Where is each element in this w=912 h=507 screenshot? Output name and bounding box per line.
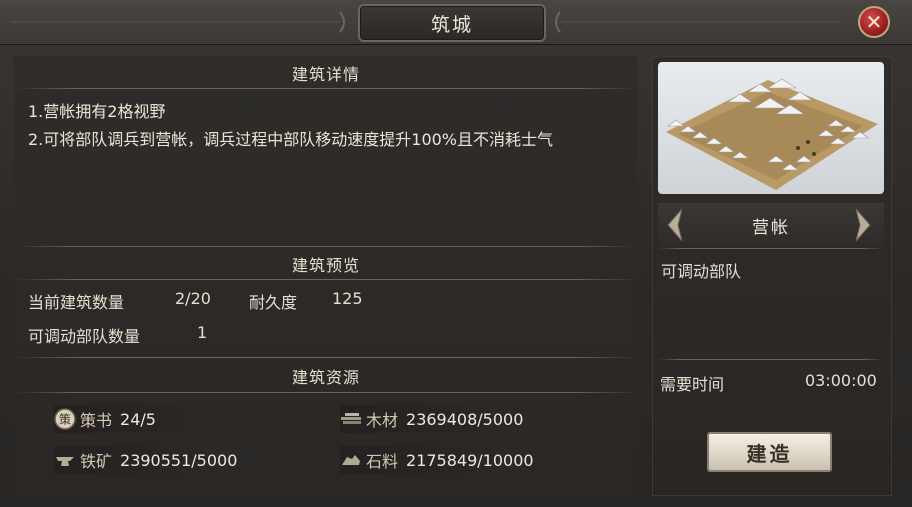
chevron-right-icon [855,208,871,242]
close-button[interactable]: ✕ [858,6,890,38]
resources-heading: 建筑资源 [291,368,360,387]
dialog-title: 筑城 [358,4,546,42]
resource-label: 策书 [80,411,113,430]
details-heading: 建筑详情 [291,65,360,84]
chevron-left-icon [667,208,683,242]
build-time-value: 03:00:00 [805,371,877,390]
building-count-label: 当前建筑数量 [28,293,125,312]
book-seal-glyph: 策 [59,413,71,427]
resource-label: 石料 [366,452,399,471]
time-divider [658,359,884,360]
close-icon: ✕ [865,10,883,34]
resource-value: 2390551/5000 [120,450,238,470]
resource-label: 铁矿 [80,452,113,471]
resource-row-iron: 铁矿 2390551/5000 [54,446,282,474]
build-time-label: 需要时间 [660,375,725,394]
building-name: 营帐 [658,203,884,247]
troops-count-value: 1 [197,323,208,342]
book-seal-icon: 策 [54,408,76,430]
build-button[interactable]: 建造 [707,432,832,472]
next-building-button[interactable] [852,206,874,244]
wood-icon [340,408,362,430]
troops-count-label: 可调动部队数量 [28,327,141,346]
detail-line-1: 1.营帐拥有2格视野 [28,102,166,121]
building-count-value: 2/20 [175,289,211,308]
stone-icon [340,449,362,471]
resource-value: 2175849/10000 [406,450,534,470]
preview-divider [14,279,638,280]
camp-image [658,62,884,194]
building-description: 可调动部队 [661,262,742,281]
resources-divider-top [14,357,638,358]
resources-divider [14,392,638,393]
durability-value: 125 [332,289,363,308]
name-divider [658,248,884,249]
details-divider [14,88,638,89]
resource-row-book: 策 策书 24/5 [54,405,282,433]
resource-value: 2369408/5000 [406,409,524,429]
details-text: 1.营帐拥有2格视野 2.可将部队调兵到营帐，调兵过程中部队移动速度提升100%… [28,98,632,154]
iron-anvil-icon [54,449,76,471]
resource-label: 木材 [366,411,399,430]
durability-label: 耐久度 [249,293,298,312]
detail-line-2: 2.可将部队调兵到营帐，调兵过程中部队移动速度提升100%且不消耗士气 [28,130,554,149]
preview-divider-top [14,246,638,247]
resource-row-stone: 石料 2175849/10000 [340,446,568,474]
resource-row-wood: 木材 2369408/5000 [340,405,568,433]
prev-building-button[interactable] [664,206,686,244]
resource-value: 24/5 [120,409,156,429]
preview-heading: 建筑预览 [291,256,360,275]
